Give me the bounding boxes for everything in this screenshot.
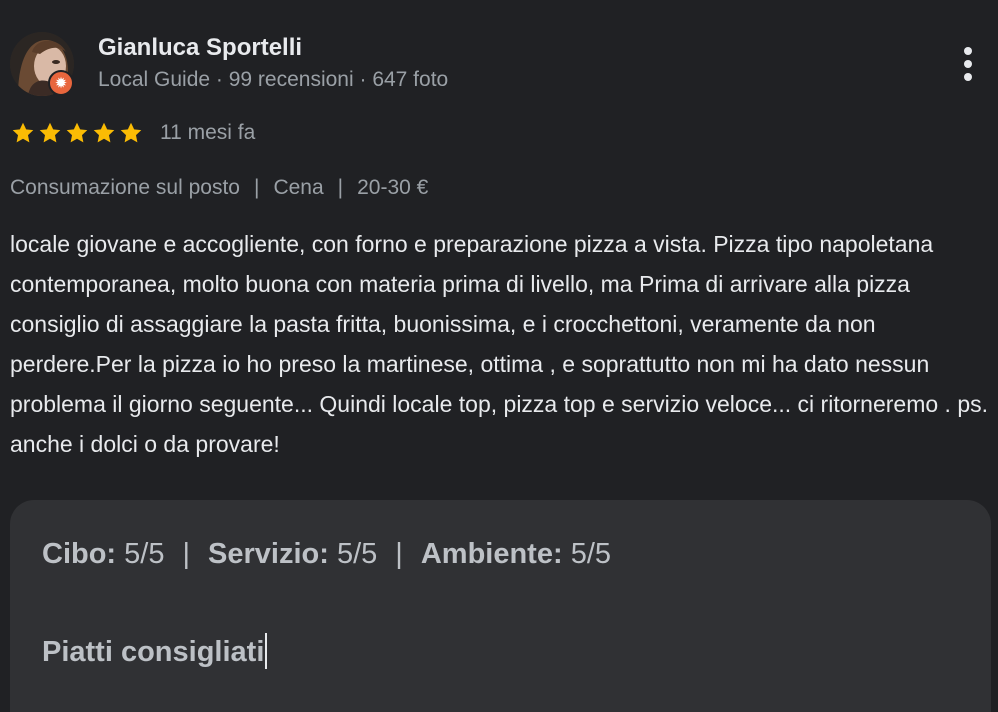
attributes-panel: Cibo: 5/5 | Servizio: 5/5 | Ambiente: 5/… (10, 500, 991, 712)
detail-meal: Cena (273, 176, 324, 199)
recommended-dishes-title: Piatti consigliati (42, 633, 268, 670)
attribute-ratings: Cibo: 5/5 | Servizio: 5/5 | Ambiente: 5/… (42, 538, 611, 571)
local-guide-star-icon: ✹ (48, 70, 74, 96)
detail-service: Consumazione sul posto (10, 176, 240, 199)
servizio-value: 5/5 (336, 538, 378, 570)
review-card: ✹ Gianluca Sportelli Local Guide · 99 re… (0, 0, 998, 712)
star-icon (93, 122, 115, 143)
review-time: 11 mesi fa (160, 121, 256, 144)
more-vertical-icon (964, 47, 972, 55)
author-name[interactable]: Gianluca Sportelli (98, 34, 302, 62)
ambiente-label: Ambiente: (420, 538, 563, 570)
more-vertical-icon (964, 60, 972, 68)
detail-separator: | (337, 176, 344, 199)
attribute-separator: | (182, 538, 191, 570)
visit-details: Consumazione sul posto | Cena | 20-30 € (10, 176, 428, 200)
ambiente-value: 5/5 (570, 538, 612, 570)
star-icon (39, 122, 61, 143)
star-icon (12, 122, 34, 143)
star-rating (10, 120, 144, 146)
star-icon (120, 122, 142, 143)
cibo-label: Cibo: (42, 538, 117, 570)
detail-separator: | (253, 176, 260, 199)
detail-price: 20-30 € (357, 176, 429, 199)
review-text: locale giovane e accogliente, con forno … (10, 231, 988, 457)
text-caret (265, 633, 268, 670)
rating-row: 11 mesi fa (10, 120, 255, 146)
more-options-button[interactable] (950, 42, 986, 86)
star-icon (66, 122, 88, 143)
cibo-value: 5/5 (124, 538, 165, 570)
more-vertical-icon (964, 73, 972, 81)
servizio-label: Servizio: (208, 538, 329, 570)
author-meta[interactable]: Local Guide · 99 recensioni · 647 foto (98, 68, 448, 92)
attribute-separator: | (395, 538, 403, 570)
